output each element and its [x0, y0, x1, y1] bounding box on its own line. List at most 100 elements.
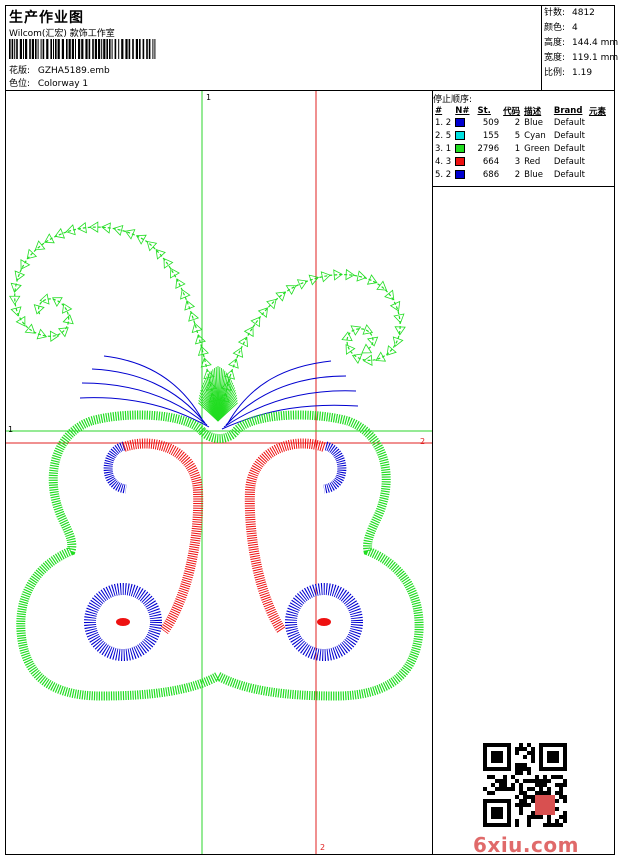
qr-module	[519, 799, 523, 803]
row-num: 3. 1	[435, 144, 452, 154]
qr-module	[523, 795, 527, 799]
qr-module	[523, 747, 527, 751]
barcode-bar	[42, 39, 45, 59]
row-element	[587, 143, 608, 156]
qr-module	[539, 759, 543, 763]
qr-module	[519, 803, 523, 807]
qr-module	[531, 747, 535, 751]
table-row: 4. 3 664 3 Red Default	[433, 156, 608, 169]
qr-module	[507, 747, 511, 751]
satin-triangle	[362, 324, 374, 335]
qr-module	[499, 751, 503, 755]
qr-module	[507, 751, 511, 755]
row-swatch	[453, 156, 475, 169]
red-eye-dots	[116, 618, 331, 626]
satin-triangle	[296, 279, 308, 290]
barcode-bar	[148, 39, 151, 59]
qr-module	[531, 811, 535, 815]
table-row: 3. 1 2796 1 Green Default	[433, 143, 608, 156]
qr-module	[555, 759, 559, 763]
barcode-bar	[23, 39, 24, 59]
qr-module	[491, 783, 495, 787]
row-num: 1. 2	[435, 118, 452, 128]
qr-module	[563, 779, 567, 783]
design-canvas[interactable]: 1 1 2 2	[6, 91, 433, 854]
barcode-bar	[78, 39, 81, 59]
qr-module	[555, 767, 559, 771]
satin-triangle	[366, 336, 379, 347]
qr-module	[495, 755, 499, 759]
qr-module	[483, 755, 487, 759]
qr-module	[547, 823, 551, 827]
qr-module	[511, 787, 515, 791]
qr-module	[559, 783, 563, 787]
qr-module	[551, 823, 555, 827]
row-brand: Default	[553, 118, 585, 128]
color-swatch	[455, 157, 466, 166]
qr-module	[491, 759, 495, 763]
qr-module	[515, 747, 519, 751]
barcode-bar	[25, 39, 28, 59]
qr-module	[539, 755, 543, 759]
qr-module	[551, 755, 555, 759]
barcode-bar	[68, 39, 71, 59]
qr-module	[559, 823, 563, 827]
satin-triangle	[200, 357, 212, 368]
qr-module	[515, 763, 519, 767]
row-num: 2. 5	[435, 131, 452, 141]
row-swatch	[453, 117, 475, 130]
barcode	[9, 39, 156, 59]
barcode-bar	[31, 39, 34, 59]
qr-module	[519, 811, 523, 815]
barcode-bar	[154, 39, 156, 59]
qr-module	[563, 783, 567, 787]
qr-module	[543, 791, 547, 795]
worksheet-frame: 生产作业图 Wilcom(汇宏) 款饰工作室 花版: GZHA5189.emb …	[5, 5, 619, 857]
qr-module	[531, 795, 535, 799]
qr-module	[491, 755, 495, 759]
qr-module	[519, 783, 523, 787]
qr-module	[531, 779, 535, 783]
qr-module	[515, 803, 519, 807]
qr-module	[555, 743, 559, 747]
stat-width: 宽度: 119.1 mm	[544, 53, 619, 63]
qr-module	[527, 767, 531, 771]
barcode-bar	[46, 39, 49, 59]
qr-module	[491, 799, 495, 803]
qr-module	[507, 819, 511, 823]
barcode-bar	[118, 39, 120, 59]
barcode-bar	[75, 39, 76, 59]
qr-module	[511, 775, 515, 779]
qr-module	[527, 815, 531, 819]
qr-module	[555, 823, 559, 827]
qr-module	[519, 743, 523, 747]
qr-module	[515, 751, 519, 755]
qr-module	[499, 799, 503, 803]
satin-triangle	[54, 227, 66, 239]
stat-height: 高度: 144.4 mm	[544, 38, 619, 48]
qr-module	[543, 823, 547, 827]
satin-triangle	[320, 271, 331, 283]
barcode-bar	[9, 39, 11, 59]
satin-triangle	[10, 306, 22, 317]
colorway-row: 色位: Colorway 1	[9, 76, 88, 89]
col-needle: N#	[455, 105, 470, 116]
satin-triangle	[345, 344, 356, 355]
row-stitches: 155	[482, 131, 500, 141]
row-element	[587, 117, 608, 130]
qr-module	[523, 803, 527, 807]
satin-triangle	[308, 274, 320, 286]
barcode-bar	[57, 39, 60, 59]
qr-code	[483, 743, 567, 827]
barcode-bar	[53, 39, 54, 59]
qr-module	[507, 787, 511, 791]
row-desc: Blue	[524, 170, 543, 180]
qr-module	[555, 799, 559, 803]
qr-module	[563, 767, 567, 771]
satin-triangle	[146, 240, 158, 252]
qr-module	[495, 751, 499, 755]
barcode-bar	[111, 39, 113, 59]
barcode-bar	[29, 39, 31, 59]
col-element: 元素	[588, 106, 606, 117]
qr-module	[515, 767, 519, 771]
